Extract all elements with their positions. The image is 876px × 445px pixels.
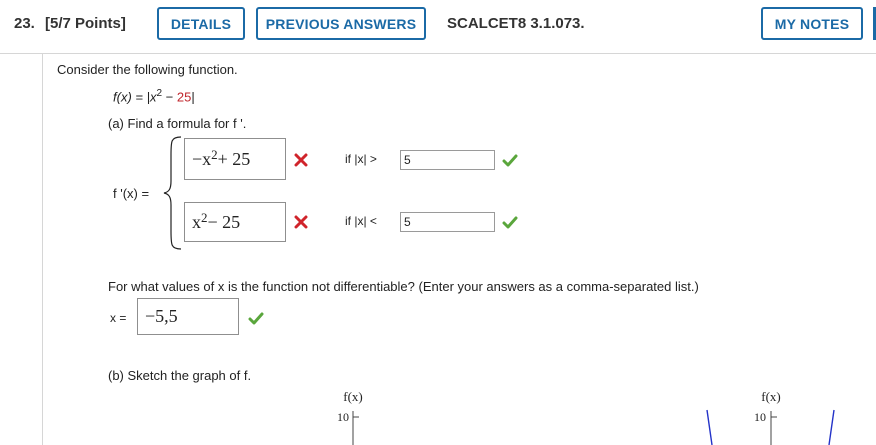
graph-right-tick: 10 <box>754 410 766 424</box>
correct-check-icon <box>502 154 518 167</box>
details-button[interactable]: DETAILS <box>157 7 245 40</box>
points-label: [5/7 Points] <box>45 15 126 32</box>
piece1-answer-exponent: 2 <box>211 147 218 162</box>
x-equals-label: x = <box>110 311 127 325</box>
piece1-condition-input[interactable]: 5 <box>400 150 495 170</box>
piece1-answer-main: −x <box>192 148 212 169</box>
piece1-condition: if |x| > <box>345 152 377 166</box>
piece2-answer-input[interactable]: x2 − 25 <box>184 202 286 242</box>
function-constant: 25 <box>176 89 192 105</box>
incorrect-x-icon <box>294 215 308 229</box>
piecewise-brace <box>163 136 182 250</box>
function-lhs: f(x) = |x <box>113 89 157 105</box>
problem-code: SCALCET8 3.1.073. <box>447 15 585 32</box>
piece2-answer-rest: − 25 <box>207 211 241 232</box>
graph-right[interactable]: f(x) 10 <box>706 389 835 445</box>
question-number: 23. <box>14 15 35 32</box>
question-header: 23. [5/7 Points] DETAILS PREVIOUS ANSWER… <box>0 0 876 54</box>
problem-intro: Consider the following function. <box>57 62 238 77</box>
piece2-answer-main: x <box>192 211 201 232</box>
function-definition: f(x) = |x2 − 25| <box>113 88 195 104</box>
function-close: | <box>191 89 195 105</box>
part-a-label: (a) Find a formula for f '. <box>108 116 247 131</box>
correct-check-icon <box>248 312 264 325</box>
graph-left-tick: 10 <box>337 410 349 424</box>
graph-right-curve-left <box>706 409 713 445</box>
function-minus: − <box>162 89 177 105</box>
graph-left-ylabel: f(x) <box>343 389 363 404</box>
nondifferentiable-answer-input[interactable]: −5,5 <box>137 298 239 335</box>
piece1-answer-rest: + 25 <box>217 148 251 169</box>
piece1-answer-input[interactable]: −x 2 + 25 <box>184 138 286 180</box>
piece2-answer-exponent: 2 <box>201 210 208 225</box>
correct-check-icon <box>502 216 518 229</box>
piece2-condition: if |x| < <box>345 214 377 228</box>
graph-right-curve-right <box>828 409 835 445</box>
incorrect-x-icon <box>294 153 308 167</box>
graph-previews: f(x) 10 f(x) 10 <box>337 389 835 445</box>
differentiable-question: For what values of x is the function not… <box>108 279 699 294</box>
piece2-condition-input[interactable]: 5 <box>400 212 495 232</box>
my-notes-button[interactable]: MY NOTES <box>761 7 863 40</box>
fprime-label: f '(x) = <box>113 186 150 201</box>
graph-right-ylabel: f(x) <box>761 389 781 404</box>
previous-answers-button[interactable]: PREVIOUS ANSWERS <box>256 7 426 40</box>
graph-left[interactable]: f(x) 10 <box>337 389 363 445</box>
